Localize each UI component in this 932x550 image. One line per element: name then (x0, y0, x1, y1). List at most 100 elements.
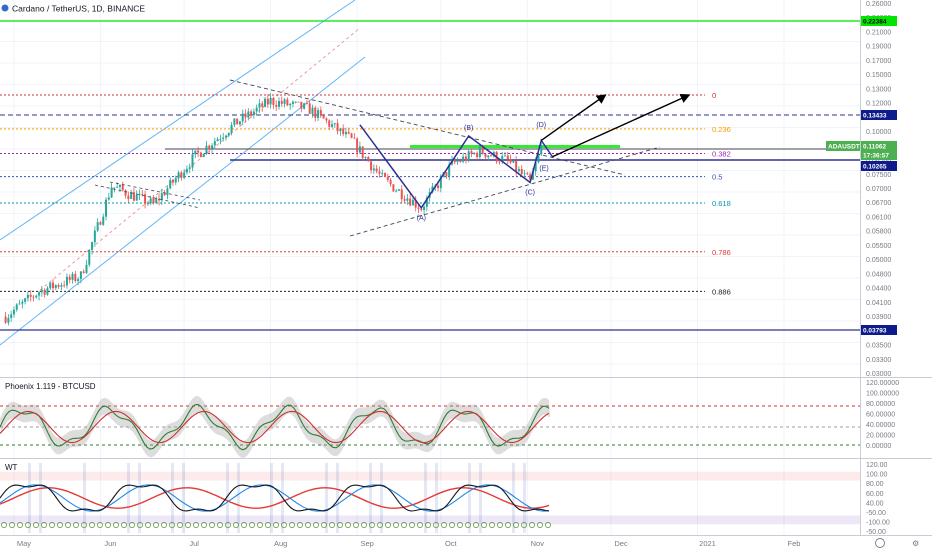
candle-body[interactable] (384, 173, 387, 178)
candle-body[interactable] (291, 101, 294, 104)
candle-body[interactable] (211, 145, 214, 150)
candle-body[interactable] (233, 118, 236, 125)
candle-body[interactable] (509, 159, 512, 163)
candle-body[interactable] (54, 285, 57, 289)
candle-body[interactable] (113, 187, 116, 189)
candle-body[interactable] (202, 153, 205, 158)
candle-body[interactable] (409, 198, 412, 206)
candle-body[interactable] (386, 177, 389, 181)
phoenix-title[interactable]: Phoenix 1.119 - BTCUSD (5, 382, 96, 391)
candle-body[interactable] (397, 189, 400, 191)
candle-body[interactable] (35, 295, 38, 298)
candle-body[interactable] (74, 273, 77, 282)
candle-body[interactable] (166, 188, 169, 196)
candle-body[interactable] (121, 185, 124, 191)
candle-body[interactable] (222, 137, 225, 139)
candle-body[interactable] (356, 138, 359, 153)
candle-body[interactable] (358, 146, 361, 153)
candle-body[interactable] (91, 242, 94, 250)
candle-body[interactable] (423, 206, 426, 210)
candle-body[interactable] (406, 198, 409, 201)
candle-body[interactable] (85, 264, 88, 273)
candle-body[interactable] (325, 118, 328, 121)
candle-body[interactable] (40, 289, 43, 293)
candle-body[interactable] (272, 97, 275, 105)
candle-body[interactable] (26, 294, 29, 299)
candle-body[interactable] (99, 222, 102, 225)
candle-body[interactable] (71, 273, 74, 280)
candle-body[interactable] (88, 249, 91, 265)
candle-body[interactable] (135, 194, 138, 201)
candle-body[interactable] (303, 103, 306, 109)
candle-body[interactable] (52, 282, 55, 289)
candle-body[interactable] (252, 111, 255, 116)
candle-body[interactable] (213, 141, 216, 146)
candle-body[interactable] (255, 107, 258, 112)
candle-body[interactable] (275, 104, 278, 107)
candle-body[interactable] (32, 296, 35, 298)
candle-body[interactable] (241, 113, 244, 122)
candle-body[interactable] (247, 111, 250, 118)
candle-body[interactable] (487, 155, 490, 158)
chart-header-legend[interactable]: Cardano / TetherUS, 1D, BINANCE (1, 4, 146, 14)
candle-body[interactable] (21, 301, 24, 304)
candle-body[interactable] (236, 118, 239, 125)
candle-body[interactable] (258, 103, 261, 108)
candle-body[interactable] (317, 110, 320, 118)
candle-body[interactable] (280, 100, 283, 104)
candle-body[interactable] (261, 103, 264, 107)
candle-body[interactable] (264, 98, 267, 107)
candle-body[interactable] (364, 157, 367, 158)
candle-body[interactable] (453, 159, 456, 163)
candle-body[interactable] (459, 161, 462, 162)
candle-body[interactable] (216, 139, 219, 142)
candle-body[interactable] (171, 179, 174, 183)
candle-body[interactable] (305, 103, 308, 105)
candle-body[interactable] (417, 207, 420, 209)
candle-body[interactable] (169, 179, 172, 189)
candle-body[interactable] (250, 111, 253, 116)
candle-body[interactable] (227, 132, 230, 136)
candle-body[interactable] (484, 153, 487, 158)
candle-body[interactable] (127, 195, 130, 199)
candle-body[interactable] (63, 285, 66, 286)
candle-body[interactable] (269, 97, 272, 105)
candle-body[interactable] (478, 146, 481, 158)
candle-body[interactable] (132, 192, 135, 201)
candle-body[interactable] (328, 120, 331, 127)
candle-body[interactable] (378, 171, 381, 174)
candle-body[interactable] (456, 161, 459, 163)
candle-body[interactable] (197, 150, 200, 153)
candle-body[interactable] (96, 222, 99, 231)
candle-body[interactable] (46, 288, 49, 295)
candle-body[interactable] (199, 152, 202, 158)
candle-body[interactable] (183, 172, 186, 178)
candle-body[interactable] (400, 189, 403, 200)
settings-gear-icon[interactable]: ⚙ (912, 539, 919, 548)
candle-body[interactable] (286, 99, 289, 106)
candle-body[interactable] (350, 133, 353, 138)
candle-body[interactable] (266, 98, 269, 105)
candle-body[interactable] (208, 145, 211, 150)
timezone-icon[interactable] (875, 538, 885, 548)
candle-body[interactable] (230, 124, 233, 133)
candle-body[interactable] (110, 187, 113, 198)
candle-body[interactable] (392, 184, 395, 192)
candle-body[interactable] (523, 173, 526, 175)
candle-body[interactable] (342, 128, 345, 135)
candle-body[interactable] (12, 309, 15, 315)
candle-body[interactable] (381, 173, 384, 174)
candle-body[interactable] (224, 135, 227, 138)
candle-body[interactable] (506, 155, 509, 160)
candle-body[interactable] (319, 110, 322, 115)
candle-body[interactable] (82, 271, 85, 273)
candle-body[interactable] (188, 167, 191, 169)
candle-body[interactable] (517, 169, 520, 172)
candle-body[interactable] (180, 172, 183, 178)
candle-body[interactable] (389, 180, 392, 185)
candle-body[interactable] (437, 185, 440, 189)
candle-body[interactable] (361, 146, 364, 158)
candle-body[interactable] (65, 276, 68, 286)
candle-body[interactable] (367, 157, 370, 162)
candle-body[interactable] (395, 190, 398, 192)
